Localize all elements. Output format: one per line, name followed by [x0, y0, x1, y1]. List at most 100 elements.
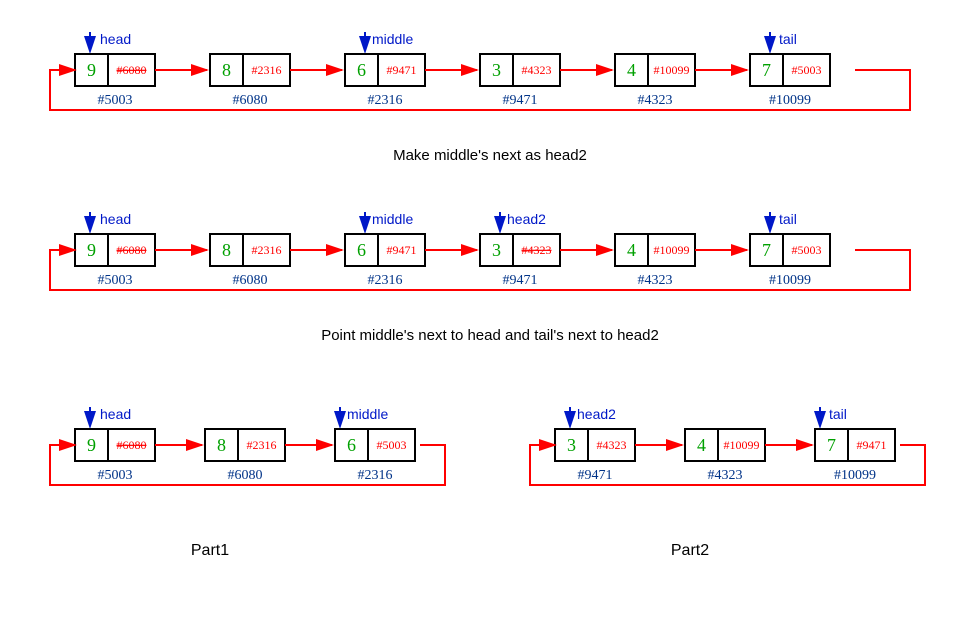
node-address: #10099 — [769, 273, 811, 288]
svg-text:head: head — [100, 31, 131, 47]
row3: head middle 9#6080#50038#2316#60806#5003… — [50, 406, 925, 559]
node-value: 4 — [627, 240, 636, 260]
part1-group: head middle 9#6080#50038#2316#60806#5003… — [50, 406, 445, 559]
node-value: 7 — [827, 435, 836, 455]
node-pointer: #5003 — [377, 438, 407, 452]
list-node: 6 #9471 #2316 — [345, 234, 425, 288]
middle-label: middle — [365, 211, 413, 228]
node-value: 6 — [357, 60, 366, 80]
node-pointer: #2316 — [252, 63, 282, 77]
list-node: 6 #9471 #2316 — [345, 54, 425, 108]
row1-nodes: 9 #6080 #5003 8 #2316 #6080 6 #9471 #2316 3 #4323 #… — [75, 54, 830, 108]
node-pointer: #9471 — [387, 243, 417, 257]
svg-text:head2: head2 — [507, 211, 546, 227]
node-value: 9 — [87, 240, 96, 260]
svg-text:tail: tail — [779, 211, 797, 227]
list-node: 8 #2316 #6080 — [210, 54, 290, 108]
list-node: 7 #5003 #10099 — [750, 54, 830, 108]
head-label: head — [90, 31, 131, 48]
svg-text:head: head — [100, 406, 131, 422]
node-address: #10099 — [834, 468, 876, 483]
node-pointer: #6080 — [117, 243, 147, 257]
node-address: #9471 — [503, 93, 538, 108]
list-node: 8 #2316 #6080 — [210, 234, 290, 288]
node-value: 8 — [217, 435, 226, 455]
node-value: 6 — [347, 435, 356, 455]
row2-nodes: 9#6080#50038#2316#60806#9471#23163#4323#… — [75, 234, 830, 288]
list-node: 3 #4323 #9471 — [480, 54, 560, 108]
node-value: 4 — [627, 60, 636, 80]
list-node: 7#5003#10099 — [750, 234, 830, 288]
node-address: #4323 — [708, 468, 743, 483]
list-node: 7 #9471 #10099 — [815, 429, 895, 483]
list-node: 9#6080#5003 — [75, 429, 155, 483]
node-pointer: #10099 — [654, 63, 690, 77]
svg-text:middle: middle — [372, 31, 413, 47]
middle-label: middle — [365, 31, 413, 48]
svg-text:tail: tail — [779, 31, 797, 47]
list-node: 9 #6080 #5003 — [75, 234, 155, 288]
row2-caption: Point middle's next to head and tail's n… — [321, 327, 659, 344]
node-pointer: #10099 — [724, 438, 760, 452]
node-address: #9471 — [578, 468, 613, 483]
node-address: #6080 — [233, 93, 268, 108]
node-pointer: #4323 — [522, 63, 552, 77]
node-pointer: #9471 — [857, 438, 887, 452]
tail-label: tail — [770, 31, 797, 48]
part2-nodes: 3#4323#94714#10099#43237#9471#10099 — [555, 429, 895, 483]
node-address: #6080 — [233, 273, 268, 288]
node-address: #10099 — [769, 93, 811, 108]
svg-text:head: head — [100, 211, 131, 227]
node-pointer: #4323 — [597, 438, 627, 452]
node-address: #5003 — [98, 468, 133, 483]
node-pointer: #5003 — [792, 63, 822, 77]
node-address: #4323 — [638, 93, 673, 108]
svg-text:middle: middle — [347, 406, 388, 422]
list-node: 4 #10099 #4323 — [685, 429, 765, 483]
list-node: 4 #10099 #4323 — [615, 54, 695, 108]
node-address: #2316 — [368, 93, 403, 108]
svg-text:middle: middle — [372, 211, 413, 227]
tail-label: tail — [770, 211, 797, 228]
list-node: 4#10099#4323 — [615, 234, 695, 288]
list-node: 6 #5003 #2316 — [335, 429, 415, 483]
node-pointer: #4323 — [522, 243, 552, 257]
list-node: 9 #6080 #5003 — [75, 54, 155, 108]
row1-caption: Make middle's next as head2 — [393, 147, 587, 164]
node-pointer: #2316 — [252, 243, 282, 257]
tail-label: tail — [820, 406, 847, 423]
node-address: #5003 — [98, 93, 133, 108]
list-node: 3#4323#9471 — [480, 234, 560, 288]
linked-list-diagram: head middle tail 9 #6080 #5003 8 #2316 #6080 6… — [10, 10, 961, 618]
svg-text:head2: head2 — [577, 406, 616, 422]
row1: head middle tail 9 #6080 #5003 8 #2316 #6080 6… — [50, 31, 910, 164]
head-label: head — [90, 406, 131, 423]
node-pointer: #10099 — [654, 243, 690, 257]
head2-label: head2 — [500, 211, 546, 228]
middle-label: middle — [340, 406, 388, 423]
part1-title: Part1 — [191, 542, 229, 559]
node-value: 8 — [222, 240, 231, 260]
part1-nodes: 9#6080#50038#2316#60806#5003#2316 — [75, 429, 415, 483]
node-value: 9 — [87, 60, 96, 80]
part2-group: head2 tail 3#4323#94714#10099#43237#9471… — [530, 406, 925, 559]
list-node: 3#4323#9471 — [555, 429, 635, 483]
node-address: #2316 — [368, 273, 403, 288]
node-value: 7 — [762, 240, 771, 260]
node-address: #5003 — [98, 273, 133, 288]
node-value: 4 — [697, 435, 706, 455]
node-value: 8 — [222, 60, 231, 80]
node-value: 3 — [492, 60, 501, 80]
node-value: 6 — [357, 240, 366, 260]
node-pointer: #2316 — [247, 438, 277, 452]
svg-text:tail: tail — [829, 406, 847, 422]
node-address: #6080 — [228, 468, 263, 483]
node-value: 7 — [762, 60, 771, 80]
head-label: head — [90, 211, 131, 228]
node-pointer: #9471 — [387, 63, 417, 77]
node-pointer: #6080 — [117, 438, 147, 452]
node-address: #9471 — [503, 273, 538, 288]
node-pointer: #6080 — [117, 63, 147, 77]
node-address: #2316 — [358, 468, 393, 483]
head2-label: head2 — [570, 406, 616, 423]
